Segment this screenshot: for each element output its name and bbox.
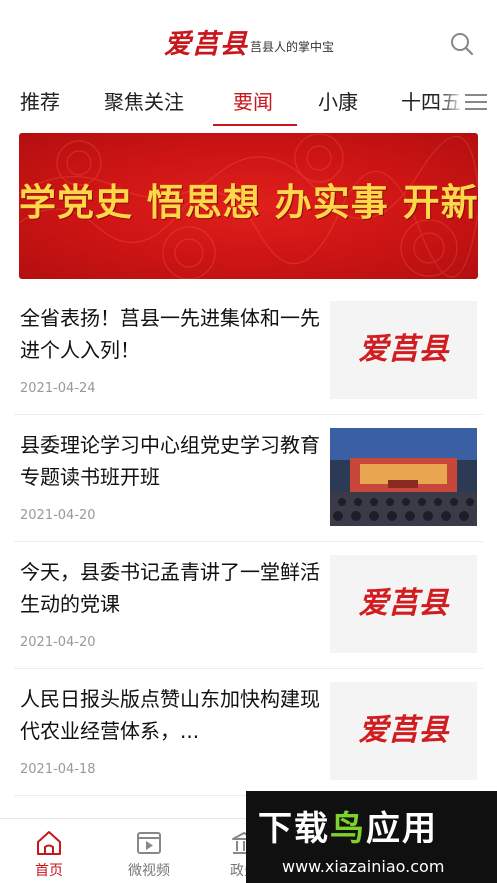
news-title: 今天，县委书记孟青讲了一堂鲜活生动的党课 bbox=[20, 560, 320, 616]
news-item[interactable]: 今天，县委书记孟青讲了一堂鲜活生动的党课 2021-04-20 爱莒县 bbox=[0, 544, 497, 671]
nav-home[interactable]: 首页 bbox=[9, 819, 89, 883]
app-slogan: 莒县人的掌中宝 bbox=[250, 40, 335, 54]
watermark-url: www.xiazainiao.com bbox=[282, 857, 445, 876]
news-thumbnail: 爱莒县 bbox=[330, 682, 477, 780]
news-item[interactable]: 县委理论学习中心组党史学习教育专题读书班开班 2021-04-20 bbox=[0, 417, 497, 544]
thumbnail-logo: 爱莒县 bbox=[358, 332, 449, 367]
tab-xiaokang[interactable]: 小康 bbox=[318, 86, 358, 115]
app-logo: 爱莒县 bbox=[164, 29, 248, 60]
news-date: 2021-04-24 bbox=[20, 381, 96, 396]
news-date: 2021-04-18 bbox=[20, 762, 96, 777]
app-header: 爱莒县 莒县人的掌中宝 bbox=[0, 0, 497, 80]
promo-banner[interactable]: 学党史 悟思想 办实事 开新局 bbox=[19, 133, 478, 279]
thumbnail-logo: 爱莒县 bbox=[358, 586, 449, 621]
watermark-title-part1: 下载 bbox=[258, 809, 330, 849]
news-title: 全省表扬！莒县一先进集体和一先进个人入列！ bbox=[20, 306, 320, 362]
menu-icon[interactable] bbox=[462, 88, 490, 116]
watermark-title-part2: 鸟 bbox=[330, 809, 366, 849]
thumbnail-logo: 爱莒县 bbox=[358, 713, 449, 748]
news-date: 2021-04-20 bbox=[20, 508, 96, 523]
news-item[interactable]: 人民日报头版点赞山东加快构建现代农业经营体系，... 2021-04-18 爱莒… bbox=[0, 671, 497, 798]
home-icon bbox=[37, 831, 61, 855]
divider bbox=[14, 668, 483, 669]
news-item[interactable]: 全省表扬！莒县一先进集体和一先进个人入列！ 2021-04-24 爱莒县 bbox=[0, 290, 497, 417]
video-icon bbox=[137, 832, 161, 854]
nav-home-label: 首页 bbox=[35, 863, 63, 879]
divider bbox=[14, 541, 483, 542]
news-thumbnail: 爱莒县 bbox=[330, 301, 477, 399]
tab-headlines[interactable]: 要闻 bbox=[233, 86, 273, 115]
watermark: 下载鸟应用 www.xiazainiao.com bbox=[246, 791, 497, 883]
watermark-title-part3: 应用 bbox=[366, 809, 438, 849]
news-title: 县委理论学习中心组党史学习教育专题读书班开班 bbox=[20, 433, 320, 489]
watermark-title: 下载鸟应用 bbox=[258, 801, 438, 850]
tab-recommend[interactable]: 推荐 bbox=[20, 86, 60, 115]
active-tab-indicator bbox=[213, 124, 297, 126]
news-thumbnail: 爱莒县 bbox=[330, 555, 477, 653]
divider bbox=[14, 414, 483, 415]
nav-micro-video-label: 微视频 bbox=[128, 863, 170, 879]
news-date: 2021-04-20 bbox=[20, 635, 96, 650]
nav-micro-video[interactable]: 微视频 bbox=[109, 819, 189, 883]
meeting-photo bbox=[330, 428, 477, 526]
tab-focus[interactable]: 聚焦关注 bbox=[104, 86, 184, 115]
category-tabs: 推荐 聚焦关注 要闻 小康 十四五 bbox=[0, 80, 497, 126]
search-icon[interactable] bbox=[449, 31, 475, 57]
news-title: 人民日报头版点赞山东加快构建现代农业经营体系，... bbox=[20, 687, 320, 743]
news-thumbnail bbox=[330, 428, 477, 526]
banner-slogan: 学党史 悟思想 办实事 开新局 bbox=[19, 181, 478, 224]
